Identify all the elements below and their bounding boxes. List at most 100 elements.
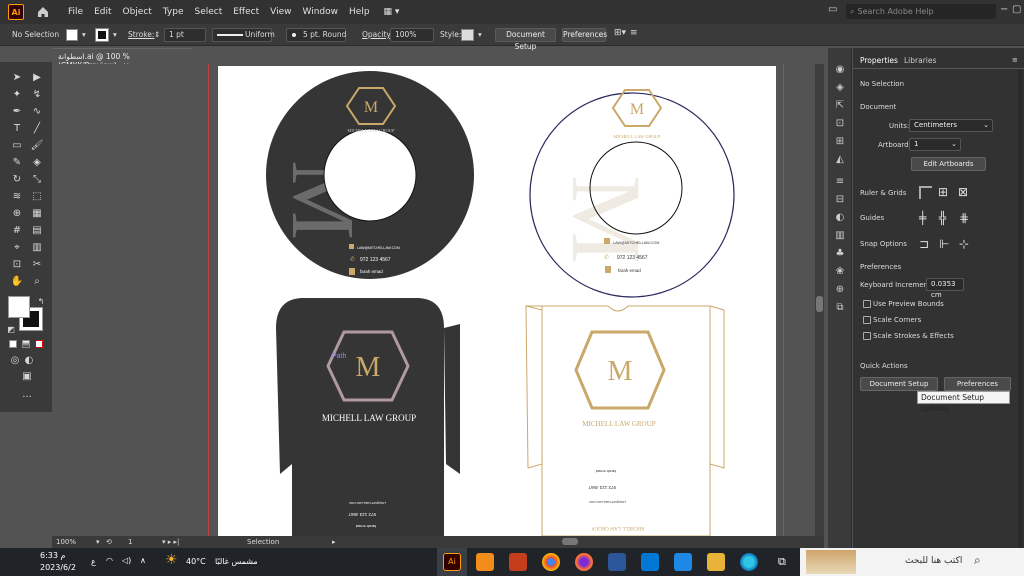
links-icon[interactable]: ⊕ (834, 284, 846, 296)
scale-tool-icon[interactable]: ⤡ (30, 172, 44, 186)
free-transform-tool-icon[interactable]: ⬚ (30, 189, 44, 203)
warp-tool-icon[interactable]: ≋ (10, 189, 24, 203)
selection-tool-icon[interactable]: ➤ (10, 70, 24, 84)
weather-text[interactable]: مشمس غالبًا (215, 557, 258, 566)
pathfinder-icon[interactable]: ⧉ (834, 302, 846, 314)
smart-guides-icon[interactable]: ⋕ (959, 211, 969, 225)
shape-builder-tool-icon[interactable]: ⊕ (10, 206, 24, 220)
preferences-button[interactable]: Preferences (562, 28, 607, 42)
arrange-icon[interactable]: ⊞▾ (614, 28, 626, 38)
status-menu-icon[interactable]: ▸ (332, 538, 336, 546)
word-taskbar-icon[interactable] (608, 553, 626, 571)
menu-select[interactable]: Select (194, 7, 222, 17)
clock-time[interactable]: 6:33 م (40, 551, 65, 560)
color-mode-icon[interactable] (9, 340, 17, 348)
tab-properties[interactable]: Properties (860, 56, 898, 65)
snap-to-pixel-icon[interactable]: ⊹ (959, 237, 969, 251)
dark-sleeve-artwork[interactable]: M Path MICHELL LAW GROUP farah emad 972 … (276, 298, 460, 536)
symbols-icon[interactable]: ❀ (834, 266, 846, 278)
canvas-area[interactable]: M M MICHELL LAW GROUP LAW@MITCHELLAW.COM… (52, 64, 824, 536)
vertical-scrollbar[interactable] (815, 64, 824, 536)
pen-tool-icon[interactable]: ✒ (10, 104, 24, 118)
edge-taskbar-icon[interactable] (740, 553, 758, 571)
menu-help[interactable]: Help (349, 7, 370, 17)
maximize-icon[interactable]: ▢ (1012, 4, 1021, 15)
slice-tool-icon[interactable]: ✂ (30, 257, 44, 271)
tray-overflow-icon[interactable]: ∧ (140, 556, 146, 565)
input-language[interactable]: ع (91, 557, 96, 566)
tab-libraries[interactable]: Libraries (904, 56, 936, 65)
transparency-grid-icon[interactable]: ⊠ (958, 185, 968, 199)
zoom-dropdown-icon[interactable]: ▾ (96, 538, 100, 546)
asset-export-icon[interactable]: ⊞ (834, 136, 846, 148)
stroke-weight-input[interactable]: 1 pt (164, 28, 206, 42)
weather-temp[interactable]: 40°C (186, 557, 206, 566)
lock-guides-icon[interactable]: ╬ (939, 211, 946, 225)
opacity-input[interactable]: 100% (390, 28, 434, 42)
file-explorer-taskbar-icon[interactable] (707, 553, 725, 571)
xampp-taskbar-icon[interactable] (476, 553, 494, 571)
paintbrush-tool-icon[interactable]: 🖌 (30, 138, 44, 152)
powerpoint-taskbar-icon[interactable] (509, 553, 527, 571)
volume-icon[interactable]: ◁) (122, 556, 131, 565)
grid-icon[interactable]: ⊞ (938, 185, 948, 199)
zoom-level[interactable]: 100% (56, 538, 76, 546)
style-swatch[interactable] (461, 29, 474, 41)
preferences-panel-button[interactable]: Preferences (944, 377, 1011, 391)
shaper-tool-icon[interactable]: ✎ (10, 155, 24, 169)
panel-toggle-icon[interactable]: ▭ (828, 4, 837, 15)
color-icon[interactable]: ◐ (834, 212, 846, 224)
swatches-icon[interactable]: ▥ (834, 230, 846, 242)
edit-artboards-button[interactable]: Edit Artboards (911, 157, 986, 171)
hand-tool-icon[interactable]: ✋ (10, 274, 24, 288)
screen-mode-icon[interactable]: ▣ (20, 369, 34, 383)
keyboard-increment-input[interactable]: 0.0353 cm (926, 278, 964, 299)
image-trace-icon[interactable]: ◭ (834, 154, 846, 166)
graph-tool-icon[interactable]: ▥ (30, 240, 44, 254)
draw-behind-icon[interactable]: ◐ (22, 353, 36, 367)
stroke-stepper-icon[interactable]: ⇕ (154, 30, 160, 39)
document-tab[interactable]: اسطوانة.ai @ 100 % (CMYK/Preview) × (52, 48, 192, 70)
artboards-icon[interactable]: ⊡ (834, 118, 846, 130)
fill-color-box[interactable] (8, 296, 30, 318)
preview-bounds-checkbox[interactable] (863, 300, 871, 308)
taskbar-search-box[interactable]: اكتب هنا للبحث ⌕ (800, 548, 1024, 576)
fill-dropdown-icon[interactable]: ▾ (82, 30, 86, 39)
gradient-tool-icon[interactable]: ▤ (30, 223, 44, 237)
swap-fill-stroke-icon[interactable]: ↰ (34, 294, 48, 308)
properties-icon[interactable]: ◉ (834, 64, 846, 76)
minimize-icon[interactable]: − (1000, 4, 1008, 15)
transform-icon[interactable]: ⊟ (834, 194, 846, 206)
task-view-icon[interactable]: ⧉ (778, 555, 786, 569)
menu-type[interactable]: Type (163, 7, 184, 17)
export-icon[interactable]: ⇱ (834, 100, 846, 112)
perspective-grid-tool-icon[interactable]: ▦ (30, 206, 44, 220)
mail-taskbar-icon[interactable] (641, 553, 659, 571)
layers-icon[interactable]: ◈ (834, 82, 846, 94)
artwork-layer[interactable]: M M MICHELL LAW GROUP LAW@MITCHELLAW.COM… (52, 64, 824, 536)
menu-window[interactable]: Window (303, 7, 339, 17)
panel-menu-icon[interactable]: ≡ (1012, 56, 1018, 64)
firefox-taskbar-icon[interactable] (575, 553, 593, 571)
ruler-icon[interactable] (919, 186, 932, 199)
scale-corners-checkbox[interactable] (863, 316, 871, 324)
rotate-tool-icon[interactable]: ↻ (10, 172, 24, 186)
arrange-documents-icon[interactable]: ▦ ▾ (384, 7, 400, 17)
eraser-tool-icon[interactable]: ◈ (30, 155, 44, 169)
rotate-view-icon[interactable]: ⟲ (106, 538, 112, 546)
show-guides-icon[interactable]: ╪ (919, 211, 926, 225)
fill-swatch[interactable] (66, 29, 78, 41)
default-colors-icon[interactable]: ◩ (4, 322, 18, 336)
dark-cd-artwork[interactable]: M M MICHELL LAW GROUP LAW@MITCHELLAW.COM… (266, 71, 474, 279)
clock-date[interactable]: 2023/6/2 (40, 563, 76, 572)
artboard-number[interactable]: 1 (128, 538, 132, 546)
wifi-icon[interactable]: ◠ (106, 556, 113, 565)
menu-file[interactable]: File (68, 7, 83, 17)
horizontal-scroll-thumb[interactable] (562, 538, 578, 545)
help-search-input[interactable]: ⌕ Search Adobe Help (846, 4, 996, 19)
zoom-tool-icon[interactable]: ⌕ (30, 274, 44, 288)
direct-selection-tool-icon[interactable]: ▶ (30, 70, 44, 84)
stroke-swatch[interactable] (95, 28, 109, 42)
type-tool-icon[interactable]: T (10, 121, 24, 135)
none-mode-icon[interactable] (35, 340, 43, 348)
